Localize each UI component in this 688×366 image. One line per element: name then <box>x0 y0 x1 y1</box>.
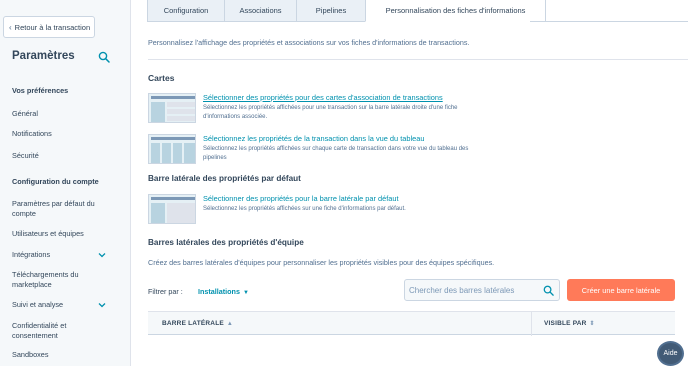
sidebar-item-users-teams[interactable]: Utilisateurs et équipes <box>12 229 124 239</box>
sidebar-item-security[interactable]: Sécurité <box>12 151 124 161</box>
search-icon[interactable] <box>98 51 110 63</box>
sidebar-item-sandboxes[interactable]: Sandboxes <box>12 350 124 360</box>
sidebar-item-tracking-analytics[interactable]: Suivi et analyse <box>12 300 124 310</box>
card-default-sidebar: Sélectionner des propriétés pour la barr… <box>148 194 468 226</box>
filter-label: Filtrer par : <box>148 287 183 296</box>
chevron-down-icon[interactable] <box>98 251 106 259</box>
section-title-default-sidebar: Barre latérale des propriétés par défaut <box>148 174 301 183</box>
divider <box>148 59 688 60</box>
card-board-view-properties: Sélectionnez les propriétés de la transa… <box>148 134 468 166</box>
column-header-sidebar[interactable]: BARRE LATÉRALE ▲ <box>162 320 233 327</box>
search-icon[interactable] <box>543 285 554 296</box>
preview-thumbnail <box>148 194 196 224</box>
settings-sidebar: ‹ Retour à la transaction Paramètres Vos… <box>0 0 131 366</box>
sort-icon: ▲ <box>226 321 234 327</box>
tab-pipelines[interactable]: Pipelines <box>296 0 366 22</box>
sidebar-item-notifications[interactable]: Notifications <box>12 129 124 139</box>
link-association-card-properties[interactable]: Sélectionner des propriétés pour des car… <box>203 93 443 102</box>
card-description: Sélectionnez les propriétés affichées po… <box>203 105 458 120</box>
tab-configuration[interactable]: Configuration <box>147 0 225 22</box>
tab-record-customization[interactable]: Personnalisation des fiches d'informatio… <box>365 0 546 22</box>
card-description: Sélectionnez les propriétés affichées su… <box>203 146 469 161</box>
page-description: Personnalisez l'affichage des propriétés… <box>148 38 470 47</box>
create-sidebar-button[interactable]: Créer une barre latérale <box>567 279 675 301</box>
caret-down-icon: ▼ <box>242 290 249 296</box>
card-association-properties: Sélectionner des propriétés pour des car… <box>148 93 468 125</box>
tab-underline <box>530 21 688 22</box>
chevron-down-icon[interactable] <box>98 301 106 309</box>
section-header-preferences: Vos préférences <box>12 86 69 95</box>
section-header-account: Configuration du compte <box>12 177 99 186</box>
help-button[interactable]: Aide <box>657 341 684 366</box>
sidebar-item-marketplace-downloads[interactable]: Téléchargements du marketplace <box>12 270 107 290</box>
tab-associations[interactable]: Associations <box>224 0 297 22</box>
main-content: Configuration Associations Pipelines Per… <box>131 0 688 366</box>
back-button-label: Retour à la transaction <box>14 22 91 32</box>
preview-thumbnail <box>148 134 196 164</box>
section-title-team-sidebars: Barres latérales des propriétés d'équipe <box>148 238 304 247</box>
section-title-cards: Cartes <box>148 73 175 83</box>
filter-dropdown[interactable]: Installations ▼ <box>198 287 249 296</box>
back-to-deal-button[interactable]: ‹ Retour à la transaction <box>3 16 95 38</box>
preview-thumbnail <box>148 93 196 123</box>
sidebar-item-general[interactable]: Général <box>12 109 124 119</box>
sidebar-search-input[interactable] <box>409 283 537 298</box>
sidebar-search-box <box>404 279 560 301</box>
chevron-left-icon: ‹ <box>9 22 12 32</box>
team-sidebars-description: Créez des barres latérales d'équipes pou… <box>148 258 495 267</box>
sidebar-item-account-defaults[interactable]: Paramètres par défaut du compte <box>12 199 107 219</box>
column-header-visible-by[interactable]: VISIBLE PAR ⇕ <box>544 320 595 327</box>
card-description: Sélectionnez les propriétés affichées su… <box>203 206 406 212</box>
sort-icon: ⇕ <box>589 321 595 327</box>
link-board-view-properties[interactable]: Sélectionnez les propriétés de la transa… <box>203 134 424 143</box>
table-header: BARRE LATÉRALE ▲ VISIBLE PAR ⇕ <box>148 311 675 336</box>
link-default-sidebar-properties[interactable]: Sélectionner des propriétés pour la barr… <box>203 194 399 203</box>
sidebar-title: Paramètres <box>12 50 75 62</box>
sidebar-item-privacy-consent[interactable]: Confidentialité et consentement <box>12 321 107 341</box>
column-divider <box>531 312 532 336</box>
sidebar-item-integrations[interactable]: Intégrations <box>12 250 124 260</box>
tab-bar: Configuration Associations Pipelines Per… <box>147 0 546 22</box>
filter-value-label: Installations <box>198 287 240 296</box>
